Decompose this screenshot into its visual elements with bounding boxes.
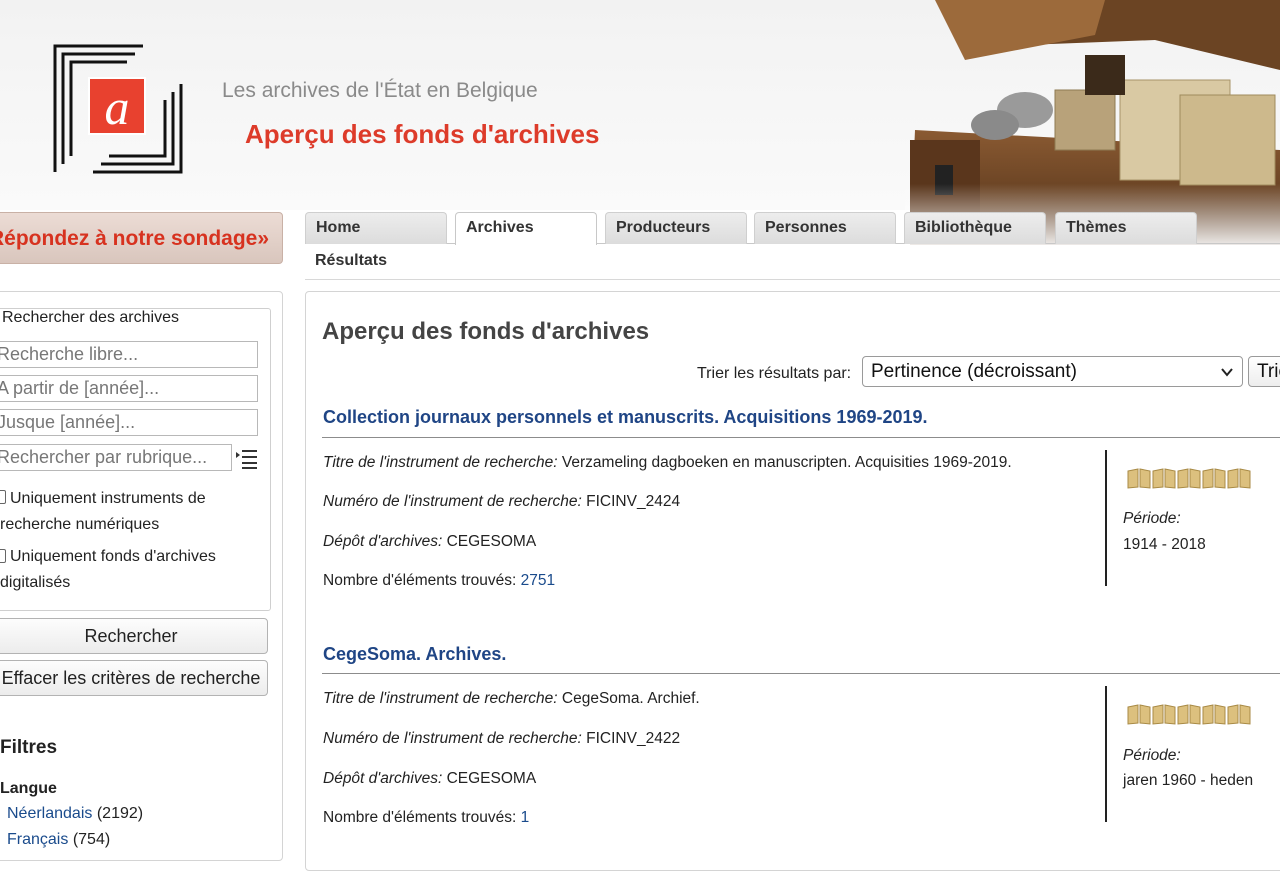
period-value: 1914 - 2018 bbox=[1123, 536, 1206, 553]
page-title: Aperçu des fonds d'archives bbox=[322, 318, 650, 345]
rubric-input[interactable] bbox=[0, 444, 232, 471]
site-name: Les archives de l'État en Belgique bbox=[222, 79, 538, 102]
site-subtitle: Aperçu des fonds d'archives bbox=[245, 119, 600, 149]
period-label: Période: bbox=[1123, 747, 1181, 764]
tab-themes[interactable]: Thèmes bbox=[1055, 212, 1197, 244]
sort-label: Trier les résultats par: bbox=[697, 365, 852, 382]
period-label: Période: bbox=[1123, 510, 1181, 527]
filters-title: Filtres bbox=[0, 737, 58, 758]
result-divider bbox=[322, 437, 1280, 438]
field-label: Titre de l'instrument de recherche: bbox=[323, 454, 558, 471]
field-label: Nombre d'éléments trouvés: bbox=[323, 572, 517, 589]
filter-count: (2192) bbox=[96, 805, 144, 822]
filter-item[interactable]: Français (754) bbox=[7, 831, 110, 849]
field-value: FICINV_2422 bbox=[586, 730, 681, 747]
list-icon[interactable] bbox=[235, 447, 259, 469]
clear-criteria-button[interactable]: Effacer les critères de recherche bbox=[0, 660, 268, 696]
filter-group-language: Langue bbox=[0, 780, 57, 797]
digital-instruments-label: Uniquement instruments de recherche numé… bbox=[0, 490, 206, 533]
field-value: CEGESOMA bbox=[446, 533, 537, 550]
archives-logo[interactable]: a bbox=[53, 44, 183, 174]
from-year-input[interactable] bbox=[0, 375, 258, 402]
depot-field: Dépôt d'archives: CEGESOMA bbox=[323, 533, 536, 551]
survey-button[interactable]: Répondez à notre sondage» bbox=[0, 212, 283, 264]
field-label: Numéro de l'instrument de recherche: bbox=[323, 730, 582, 747]
sort-select-value: Pertinence (décroissant) bbox=[871, 361, 1077, 382]
count-link[interactable]: 2751 bbox=[521, 572, 555, 589]
depot-field: Dépôt d'archives: CEGESOMA bbox=[323, 770, 536, 788]
subnav-results[interactable]: Résultats bbox=[315, 252, 387, 270]
field-label: Numéro de l'instrument de recherche: bbox=[323, 493, 582, 510]
period-value: jaren 1960 - heden bbox=[1123, 772, 1254, 789]
field-value: CEGESOMA bbox=[446, 770, 537, 787]
result-side-divider bbox=[1105, 686, 1107, 822]
instrument-number-field: Numéro de l'instrument de recherche: FIC… bbox=[323, 730, 680, 748]
field-value: CegeSoma. Archief. bbox=[561, 690, 700, 707]
count-field: Nombre d'éléments trouvés: 2751 bbox=[323, 572, 555, 590]
result-side-divider bbox=[1105, 450, 1107, 586]
free-text-input[interactable] bbox=[0, 341, 258, 368]
filter-link[interactable]: Français bbox=[7, 831, 68, 848]
instrument-title-field: Titre de l'instrument de recherche: Cege… bbox=[323, 690, 700, 708]
field-value: FICINV_2424 bbox=[586, 493, 681, 510]
subnav-line bbox=[305, 279, 1280, 280]
tab-bibliotheque[interactable]: Bibliothèque bbox=[904, 212, 1046, 244]
search-legend: Rechercher des archives bbox=[0, 309, 182, 327]
logo-letter: a bbox=[105, 79, 130, 135]
count-link[interactable]: 1 bbox=[521, 809, 530, 826]
chevron-down-icon bbox=[1221, 368, 1233, 377]
filter-item[interactable]: Néerlandais (2192) bbox=[7, 805, 143, 823]
open-book-icon bbox=[1127, 468, 1251, 489]
tab-home[interactable]: Home bbox=[305, 212, 447, 244]
result-divider bbox=[322, 673, 1280, 674]
instrument-number-field: Numéro de l'instrument de recherche: FIC… bbox=[323, 493, 680, 511]
field-label: Titre de l'instrument de recherche: bbox=[323, 690, 558, 707]
instrument-title-field: Titre de l'instrument de recherche: Verz… bbox=[323, 454, 1012, 472]
result-title[interactable]: Collection journaux personnels et manusc… bbox=[323, 407, 928, 428]
filter-link[interactable]: Néerlandais bbox=[7, 805, 92, 822]
sort-select[interactable]: Pertinence (décroissant) bbox=[862, 356, 1243, 387]
result-title[interactable]: CegeSoma. Archives. bbox=[323, 644, 506, 665]
tab-producteurs[interactable]: Producteurs bbox=[605, 212, 747, 244]
tab-archives[interactable]: Archives bbox=[455, 212, 597, 245]
tab-personnes[interactable]: Personnes bbox=[754, 212, 896, 244]
open-book-icon bbox=[1127, 704, 1251, 725]
field-label: Nombre d'éléments trouvés: bbox=[323, 809, 517, 826]
sort-button[interactable]: Trier bbox=[1248, 356, 1280, 387]
field-label: Dépôt d'archives: bbox=[323, 770, 443, 787]
filter-count: (754) bbox=[72, 831, 111, 848]
to-year-input[interactable] bbox=[0, 409, 258, 436]
archive-chest-image bbox=[905, 0, 1280, 245]
field-value: Verzameling dagboeken en manuscripten. A… bbox=[561, 454, 1012, 471]
search-button[interactable]: Rechercher bbox=[0, 618, 268, 654]
count-field: Nombre d'éléments trouvés: 1 bbox=[323, 809, 529, 827]
field-label: Dépôt d'archives: bbox=[323, 533, 443, 550]
digitized-fonds-label: Uniquement fonds d'archives digitalisés bbox=[0, 548, 216, 591]
